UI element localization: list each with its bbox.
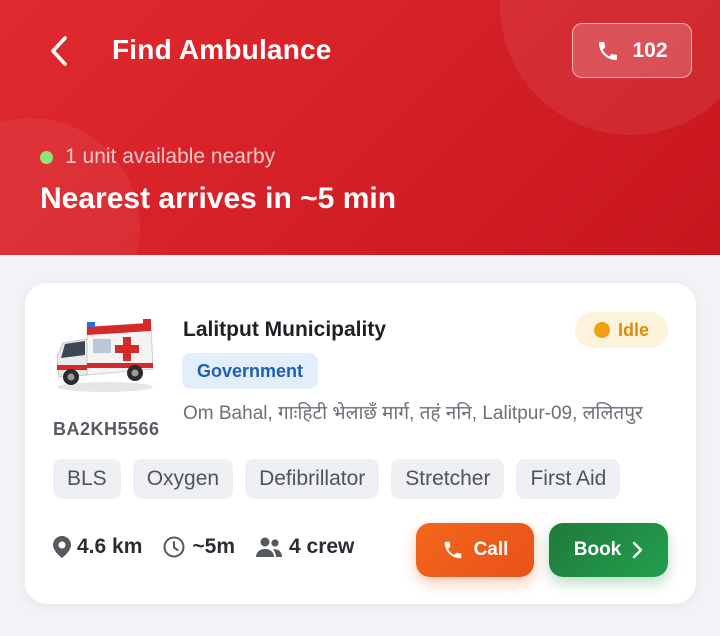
call-label: Call (473, 539, 509, 560)
ambulance-card[interactable]: BA2KH5566 Lalitput Municipality Governme… (25, 283, 696, 604)
equipment-tag: Defibrillator (245, 459, 380, 499)
availability-text: 1 unit available nearby (65, 145, 276, 168)
page-title: Find Ambulance (112, 34, 332, 65)
equipment-tags: BLS Oxygen Defibrillator Stretcher First… (53, 459, 621, 499)
phone-icon (444, 541, 461, 559)
chevron-left-icon (51, 36, 67, 66)
eta-value: ~5m (192, 535, 236, 558)
clock-icon (163, 536, 185, 558)
location-pin-icon (53, 536, 71, 558)
type-badge: Government (182, 353, 319, 389)
equipment-tag: Stretcher (391, 459, 505, 499)
plate-number: BA2KH5566 (53, 419, 160, 439)
header: Find Ambulance 102 1 unit available near… (0, 0, 720, 255)
distance-value: 4.6 km (77, 535, 143, 558)
nearest-eta-title: Nearest arrives in ~5 min (40, 182, 397, 215)
back-button[interactable] (38, 30, 80, 72)
unit-name: Lalitput Municipality (183, 318, 386, 341)
phone-icon (599, 41, 618, 60)
status-label: Idle (617, 319, 649, 340)
eta-stat: ~5m (162, 535, 235, 559)
emergency-number: 102 (632, 38, 668, 62)
book-button[interactable]: Book (549, 523, 668, 577)
chevron-right-icon (633, 541, 643, 559)
call-button[interactable]: Call (416, 523, 534, 577)
book-label: Book (573, 539, 622, 560)
crew-value: 4 crew (289, 535, 355, 558)
ambulance-image (56, 319, 154, 392)
equipment-tag: First Aid (516, 459, 621, 499)
equipment-tag: BLS (53, 459, 121, 499)
available-dot (40, 150, 53, 164)
emergency-call-button[interactable]: 102 (572, 23, 692, 78)
crew-stat: 4 crew (255, 535, 354, 559)
distance-stat: 4.6 km (53, 535, 142, 559)
unit-stats: 4.6 km ~5m 4 crew (53, 535, 354, 559)
equipment-tag: Oxygen (132, 459, 234, 499)
unit-address: Om Bahal, गाःहिटी भेलाछँ मार्ग, तहं ननि,… (183, 403, 643, 424)
availability-row: 1 unit available nearby (40, 145, 275, 169)
people-icon (256, 537, 283, 557)
status-badge: Idle (575, 312, 668, 348)
status-dot (593, 322, 610, 338)
